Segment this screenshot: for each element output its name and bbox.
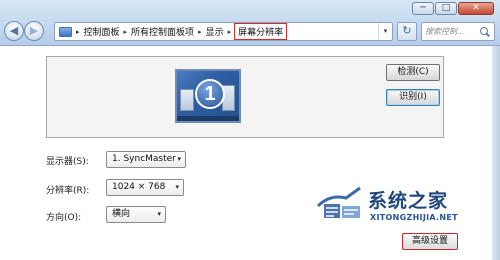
watermark-logo-icon xyxy=(316,186,361,218)
breadcrumb-control-panel[interactable]: 控制面板 xyxy=(81,25,123,38)
window-right-edge xyxy=(492,46,500,260)
monitor-preview: 1 xyxy=(46,56,444,138)
monitor-icon[interactable]: 1 xyxy=(175,69,241,123)
search-input[interactable]: 搜索控制... xyxy=(425,26,480,37)
maximize-button[interactable]: □ xyxy=(435,2,457,15)
window-chrome: ─ □ ✕ ◀ ▶ ▸ 控制面板 ▸ 所有控制面板项 ▸ 显示 ▸ 屏幕分辨率 … xyxy=(0,0,500,46)
advanced-settings-button[interactable]: 高级设置 xyxy=(402,233,458,250)
breadcrumb-all-items[interactable]: 所有控制面板项 xyxy=(128,25,197,38)
breadcrumb-display[interactable]: 显示 xyxy=(203,25,227,38)
breadcrumb-screen-resolution[interactable]: 屏幕分辨率 xyxy=(234,23,288,40)
monitor-taskbar-graphic xyxy=(177,116,239,121)
search-icon[interactable] xyxy=(480,26,490,37)
resolution-select[interactable]: 1024 × 768 ▾ xyxy=(106,179,184,196)
chevron-down-icon[interactable]: ▾ xyxy=(378,23,392,40)
identify-button[interactable]: 识别(I) xyxy=(386,89,440,106)
breadcrumb-separator[interactable]: ▸ xyxy=(227,28,233,36)
address-bar[interactable]: ▸ 控制面板 ▸ 所有控制面板项 ▸ 显示 ▸ 屏幕分辨率 ▾ xyxy=(54,22,393,41)
chevron-down-icon: ▾ xyxy=(177,155,181,163)
minimize-button[interactable]: ─ xyxy=(412,2,434,15)
forward-button[interactable]: ▶ xyxy=(24,21,44,41)
watermark-brand: 系统之家 xyxy=(368,190,449,212)
watermark-url: XITONGZHIJIA.NET xyxy=(370,213,458,222)
back-button[interactable]: ◀ xyxy=(4,21,24,41)
chevron-down-icon: ▾ xyxy=(175,183,179,191)
orientation-label: 方向(O): xyxy=(46,213,82,223)
monitor-window-graphic xyxy=(180,89,194,111)
resolution-select-value: 1024 × 768 xyxy=(112,182,166,192)
display-label: 显示器(S): xyxy=(46,157,89,167)
window-controls: ─ □ ✕ xyxy=(411,2,494,15)
display-select-value: 1. SyncMaster xyxy=(112,154,176,164)
resolution-label: 分辨率(R): xyxy=(46,186,90,196)
monitor-number: 1 xyxy=(195,79,225,109)
display-select[interactable]: 1. SyncMaster ▾ xyxy=(106,151,186,168)
orientation-select-value: 横向 xyxy=(112,209,131,219)
orientation-select[interactable]: 横向 ▾ xyxy=(106,206,166,223)
detect-button[interactable]: 检测(C) xyxy=(386,64,440,81)
close-button[interactable]: ✕ xyxy=(458,2,494,15)
refresh-button[interactable]: ↻ xyxy=(397,22,417,41)
search-box[interactable]: 搜索控制... xyxy=(421,22,495,41)
control-panel-icon xyxy=(59,26,72,37)
chevron-down-icon: ▾ xyxy=(157,210,161,218)
